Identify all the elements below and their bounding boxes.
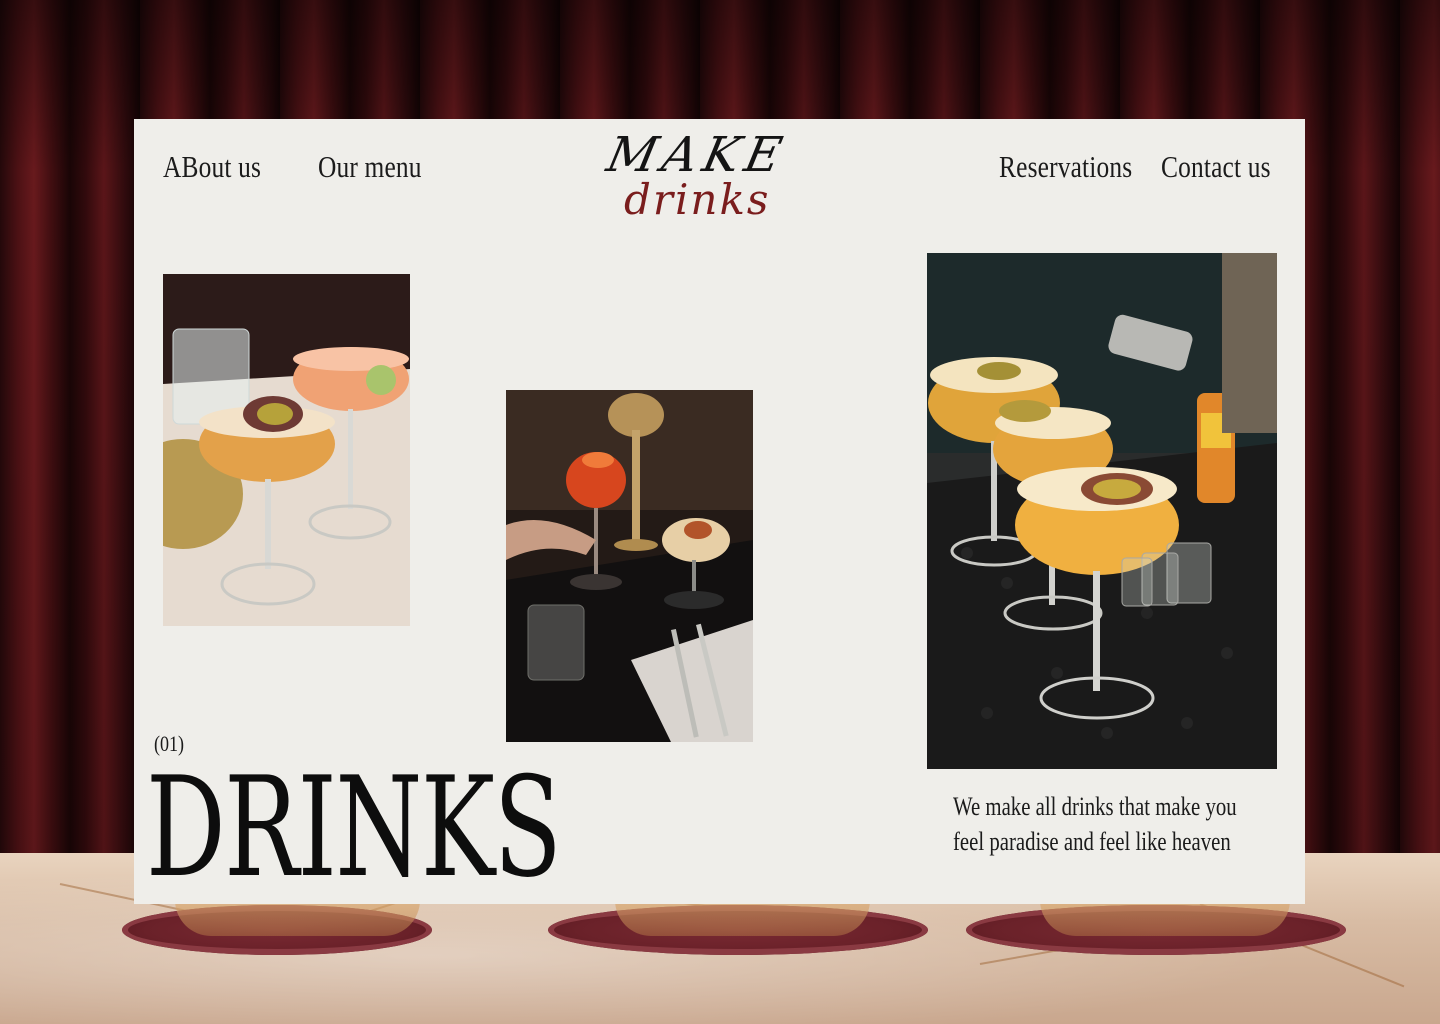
nav-our-menu[interactable]: Our menu: [318, 149, 422, 185]
nav-about-us[interactable]: ABout us: [163, 149, 261, 185]
nav-reservations[interactable]: Reservations: [999, 149, 1132, 185]
logo-drinks-text: drinks: [624, 175, 771, 224]
site-logo[interactable]: MAKE drinks: [602, 127, 824, 227]
website-card: ABout us Our menu Reservations Contact u…: [134, 119, 1305, 904]
cocktail-photo-1: [163, 274, 410, 626]
cocktail-photo-2: [506, 390, 753, 742]
glass: [615, 900, 870, 936]
tagline-text: We make all drinks that make you feel pa…: [953, 792, 1237, 856]
section-title: DRINKS: [146, 747, 562, 908]
cocktail-photo-3: [927, 253, 1277, 769]
nav-contact-us[interactable]: Contact us: [1161, 149, 1271, 185]
glass: [1040, 900, 1290, 936]
